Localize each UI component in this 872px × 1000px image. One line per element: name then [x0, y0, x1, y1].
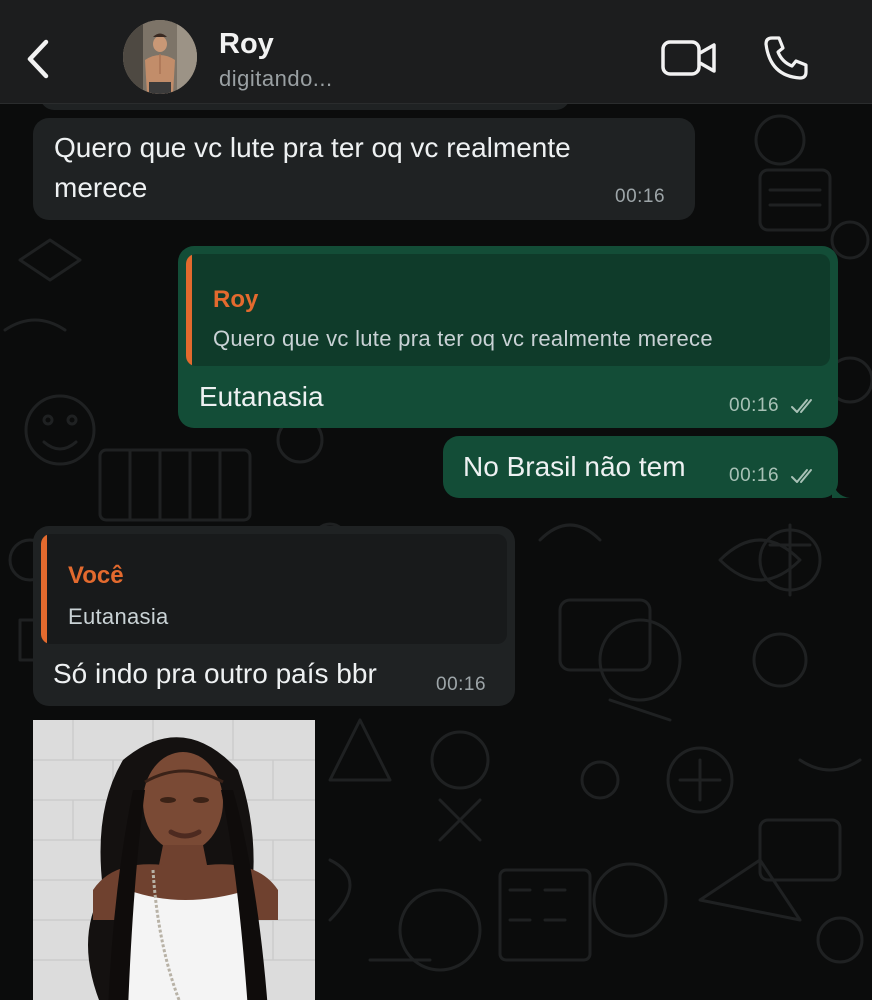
back-icon[interactable] — [18, 36, 58, 82]
image-message[interactable] — [33, 720, 315, 1000]
quote-author: Roy — [213, 286, 259, 313]
message-bubble-incoming[interactable]: Você Eutanasia Só indo pra outro país bb… — [33, 526, 515, 706]
quote-author: Você — [68, 562, 124, 589]
avatar[interactable] — [123, 20, 197, 94]
bubble-tail — [832, 478, 850, 498]
quote-text: Eutanasia — [68, 604, 169, 629]
read-ticks-icon — [791, 469, 812, 483]
message-time: 00:16 — [729, 395, 780, 416]
contact-name[interactable]: Roy — [219, 28, 274, 61]
quote-text: Quero que vc lute pra ter oq vc realment… — [213, 326, 713, 351]
chat-header: Roy digitando... — [0, 0, 872, 104]
read-ticks-icon — [791, 399, 812, 413]
video-call-icon[interactable] — [660, 36, 718, 80]
message-text: Só indo pra outro país bbr — [53, 658, 377, 689]
message-time: 00:16 — [615, 186, 666, 207]
message-bubble-outgoing[interactable]: Roy Quero que vc lute pra ter oq vc real… — [178, 246, 838, 428]
quote-accent-bar — [186, 254, 192, 366]
typing-status: digitando... — [219, 66, 333, 91]
message-text: No Brasil não tem — [463, 451, 686, 482]
photo-content — [33, 720, 315, 1000]
phone-icon[interactable] — [762, 34, 810, 82]
quoted-message[interactable]: Você Eutanasia — [41, 534, 507, 644]
message-text: Eutanasia — [199, 381, 324, 412]
message-bubble-incoming[interactable]: Quero que vc lute pra ter oq vc realment… — [33, 118, 695, 220]
quote-accent-bar — [41, 534, 47, 644]
message-text: merece — [54, 172, 148, 203]
quoted-message[interactable]: Roy Quero que vc lute pra ter oq vc real… — [186, 254, 830, 366]
message-bubble-outgoing[interactable]: No Brasil não tem 00:16 — [443, 436, 838, 498]
message-time: 00:16 — [436, 674, 487, 695]
message-time: 00:16 — [729, 465, 780, 486]
message-text: Quero que vc lute pra ter oq vc realment… — [54, 132, 571, 163]
